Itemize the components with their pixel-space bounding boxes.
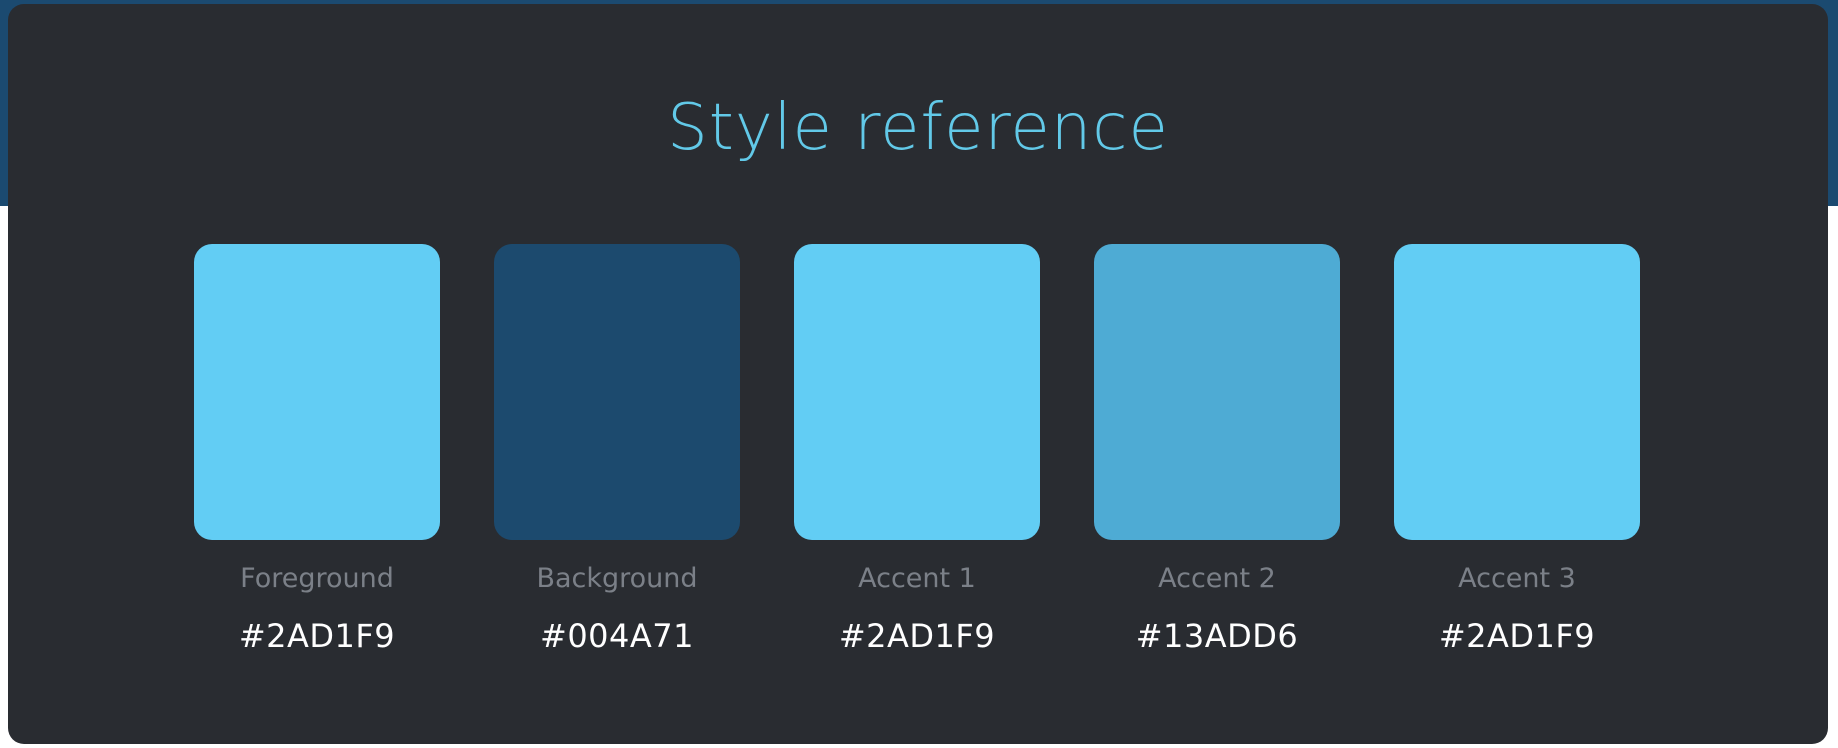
swatch-label: Accent 1	[858, 563, 976, 594]
page-title: Style reference	[667, 91, 1169, 165]
swatch-hex-value: #2AD1F9	[838, 617, 996, 655]
swatch-label: Background	[536, 563, 698, 594]
swatch-hex-value: #13ADD6	[1135, 617, 1299, 655]
color-swatch-background	[494, 244, 740, 540]
swatch-hex-value: #2AD1F9	[238, 617, 396, 655]
swatch-label: Accent 2	[1158, 563, 1276, 594]
style-reference-panel: Style reference Foreground #2AD1F9 Backg…	[8, 4, 1828, 744]
swatch-label: Accent 3	[1458, 563, 1576, 594]
swatch-card-foreground: Foreground #2AD1F9	[194, 244, 440, 664]
color-palette: Foreground #2AD1F9 Background #004A71 Ac…	[194, 244, 1650, 664]
color-swatch-foreground	[194, 244, 440, 540]
swatch-hex-value: #2AD1F9	[1438, 617, 1596, 655]
swatch-label: Foreground	[240, 563, 394, 594]
swatch-hex-value: #004A71	[540, 617, 694, 655]
color-swatch-accent-3	[1394, 244, 1640, 540]
swatch-card-accent-1: Accent 1 #2AD1F9	[794, 244, 1040, 664]
color-swatch-accent-1	[794, 244, 1040, 540]
swatch-card-accent-2: Accent 2 #13ADD6	[1094, 244, 1340, 664]
swatch-card-accent-3: Accent 3 #2AD1F9	[1394, 244, 1640, 664]
color-swatch-accent-2	[1094, 244, 1340, 540]
swatch-card-background: Background #004A71	[494, 244, 740, 664]
